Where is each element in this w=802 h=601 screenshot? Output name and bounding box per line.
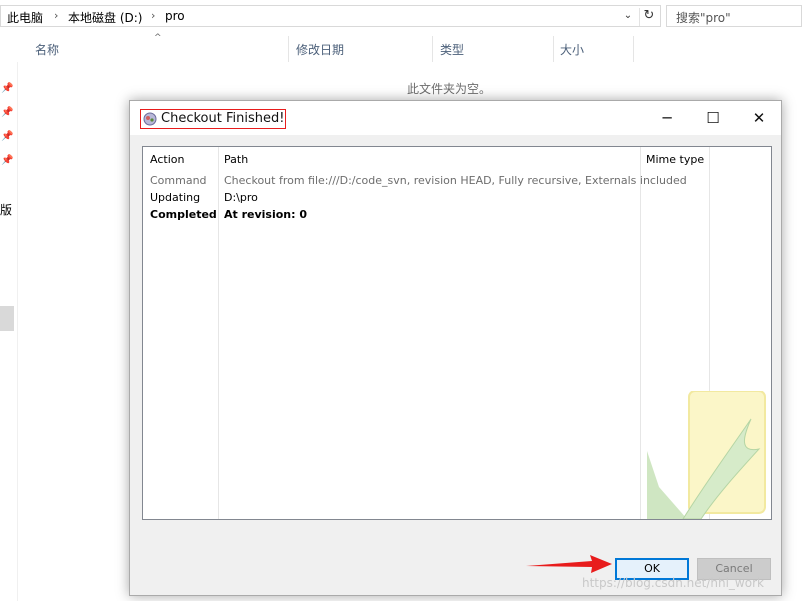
address-bar[interactable]: 此电脑 › 本地磁盘 (D:) › pro ⌄ ↻ bbox=[0, 5, 661, 27]
row-action[interactable]: Updating bbox=[150, 191, 200, 204]
pin-icon[interactable]: 📌 bbox=[1, 83, 13, 94]
row-path[interactable]: Checkout from file:///D:/code_svn, revis… bbox=[224, 174, 687, 187]
breadcrumb-local-disk[interactable]: 本地磁盘 (D:) bbox=[68, 9, 142, 26]
column-divider[interactable] bbox=[288, 36, 289, 62]
tortoisesvn-icon bbox=[143, 112, 157, 126]
column-divider[interactable] bbox=[553, 36, 554, 62]
pin-icon[interactable]: 📌 bbox=[1, 155, 13, 166]
refresh-icon[interactable]: ↻ bbox=[639, 8, 658, 26]
nav-item-fragment[interactable]: 版 bbox=[0, 201, 12, 218]
header-mime-type[interactable]: Mime type bbox=[646, 153, 704, 166]
row-path[interactable]: At revision: 0 bbox=[224, 208, 307, 221]
row-action[interactable]: Command bbox=[150, 174, 207, 187]
chevron-down-icon[interactable]: ⌄ bbox=[621, 10, 635, 24]
nav-selected-item[interactable] bbox=[0, 306, 14, 331]
empty-folder-message: 此文件夹为空。 bbox=[407, 82, 492, 96]
column-modified[interactable]: 修改日期 bbox=[296, 41, 344, 58]
column-type[interactable]: 类型 bbox=[440, 41, 464, 58]
column-divider[interactable] bbox=[640, 147, 641, 519]
breadcrumb-separator-icon[interactable]: › bbox=[151, 9, 155, 22]
column-divider[interactable] bbox=[218, 147, 219, 519]
breadcrumb-this-pc[interactable]: 此电脑 bbox=[7, 9, 43, 26]
column-name[interactable]: 名称 bbox=[35, 41, 59, 58]
watermark-url: https://blog.csdn.net/hhl_work bbox=[582, 576, 764, 590]
checkout-finished-dialog: Checkout Finished! ─ ☐ ✕ Action Path Mim… bbox=[129, 100, 782, 596]
minimize-icon[interactable]: ─ bbox=[657, 108, 677, 128]
breadcrumb-pro[interactable]: pro bbox=[165, 9, 185, 23]
nav-pane-divider bbox=[17, 62, 18, 601]
pin-icon[interactable]: 📌 bbox=[1, 107, 13, 118]
column-header-row: 名称 修改日期 类型 大小 bbox=[0, 36, 802, 62]
header-path[interactable]: Path bbox=[224, 153, 248, 166]
row-action[interactable]: Completed bbox=[150, 208, 217, 221]
column-divider[interactable] bbox=[633, 36, 634, 62]
row-path[interactable]: D:\pro bbox=[224, 191, 258, 204]
close-icon[interactable]: ✕ bbox=[749, 108, 769, 128]
column-divider[interactable] bbox=[432, 36, 433, 62]
column-size[interactable]: 大小 bbox=[560, 41, 584, 58]
checkmark-watermark-icon bbox=[647, 391, 766, 519]
dialog-title: Checkout Finished! bbox=[161, 111, 285, 126]
results-list[interactable]: Action Path Mime type Command Checkout f… bbox=[142, 146, 772, 520]
maximize-icon[interactable]: ☐ bbox=[703, 108, 723, 128]
header-action[interactable]: Action bbox=[150, 153, 184, 166]
pin-icon[interactable]: 📌 bbox=[1, 131, 13, 142]
red-arrow-annotation bbox=[526, 555, 612, 573]
dialog-titlebar[interactable]: Checkout Finished! ─ ☐ ✕ bbox=[130, 101, 781, 135]
search-input[interactable]: 搜索"pro" bbox=[666, 5, 802, 27]
breadcrumb-separator-icon[interactable]: › bbox=[54, 9, 58, 22]
